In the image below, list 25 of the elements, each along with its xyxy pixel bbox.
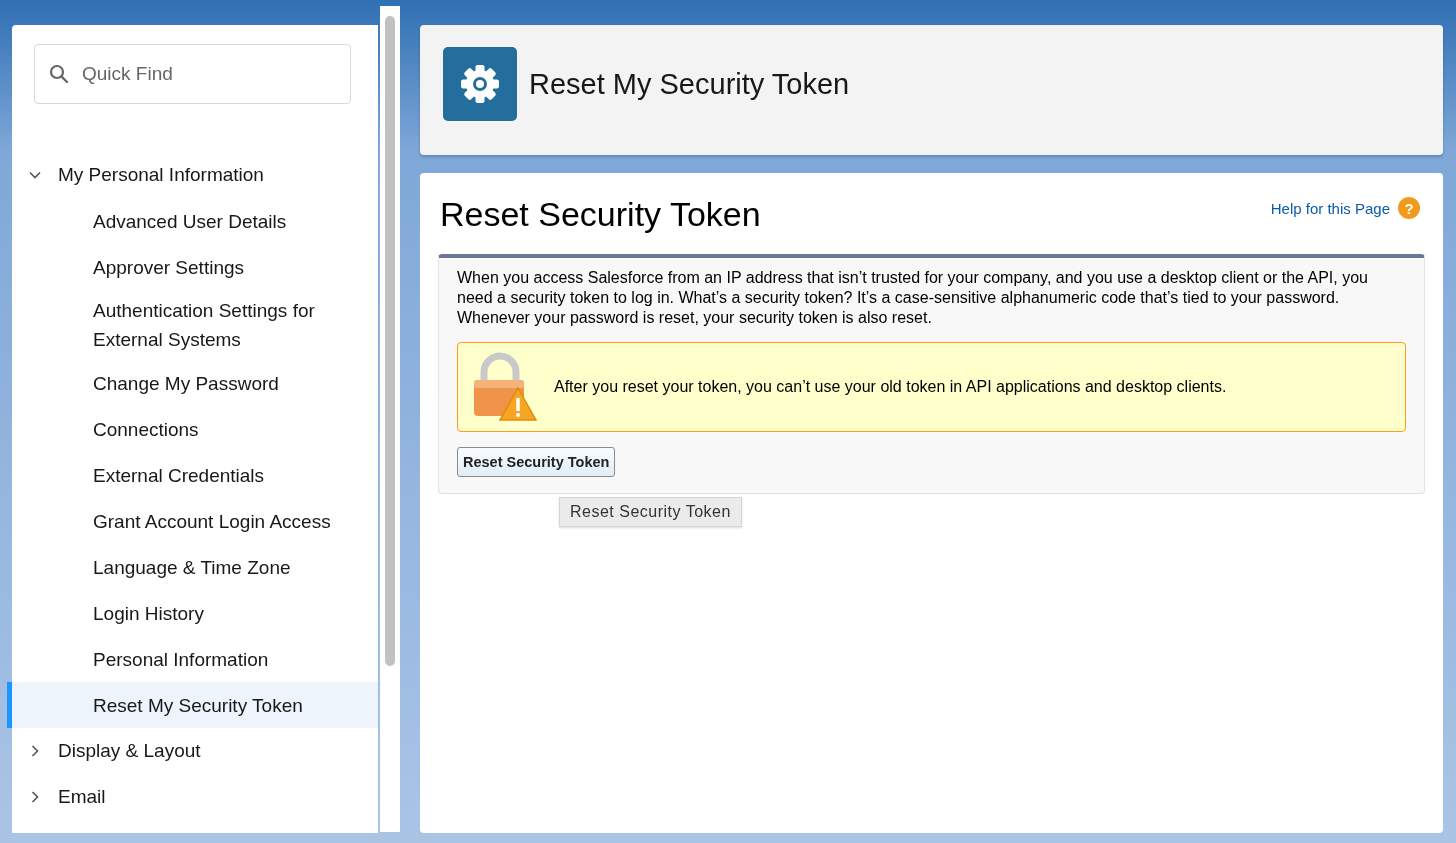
section-title: Reset Security Token <box>440 195 761 234</box>
reset-token-button[interactable]: Reset Security Token <box>457 447 616 477</box>
scrollbar-thumb[interactable] <box>385 16 395 666</box>
description-text: When you access Salesforce from an IP address that isn’t trusted for your company, and you use a desktop client or the API, you need a security token to log in. What’s a security token? It’s a case-sensitive alphanumeric code that’s tied to your password. Whenever your password is reset, your security token is also reset. <box>457 268 1369 328</box>
tree-item[interactable]: Connections <box>7 406 378 452</box>
tree-group-item[interactable]: Display & Layout <box>12 728 378 774</box>
tree-group-item[interactable]: Email <box>12 774 378 820</box>
warning-text: After you reset your token, you can’t use your old token in API applications and desktop clients. <box>554 378 1227 396</box>
tree-item[interactable]: Language & Time Zone <box>7 544 378 590</box>
tree-item[interactable]: Login History <box>7 590 378 636</box>
tree-group-item[interactable]: My Personal Information <box>12 152 378 198</box>
tree-item[interactable]: Personal Information <box>7 636 378 682</box>
tree-item[interactable]: Approver Settings <box>7 244 378 290</box>
tooltip: Reset Security Token <box>559 497 742 527</box>
tree-item[interactable]: Reset My Security Token <box>7 682 378 728</box>
tree-item[interactable]: External Credentials <box>7 452 378 498</box>
gear-icon <box>443 47 517 121</box>
quick-find-field[interactable]: Quick Find <box>34 44 351 104</box>
page-header-title: Reset My Security Token <box>529 67 850 101</box>
help-link[interactable]: Help for this Page <box>1270 199 1390 217</box>
tree-item[interactable]: Advanced User Details <box>7 198 378 244</box>
tree-item[interactable]: Authentication Settings for External Systems <box>7 290 378 360</box>
tree-item[interactable]: Change My Password <box>7 360 378 406</box>
tree-item[interactable]: Grant Account Login Access <box>7 498 378 544</box>
scrollbar[interactable] <box>380 6 400 832</box>
